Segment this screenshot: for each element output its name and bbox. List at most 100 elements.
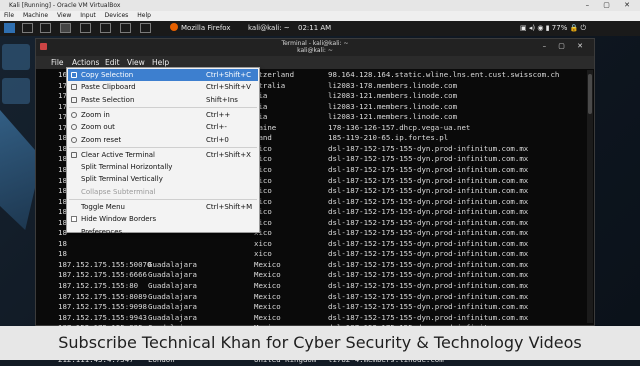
- battery-icon[interactable]: ▮: [546, 24, 550, 32]
- vbox-window-title: Kali [Running] - Oracle VM VirtualBox: [9, 2, 121, 9]
- terminal-cell-c4: dsl-187-152-175-155-dyn.prod-infinitum.c…: [328, 143, 529, 153]
- terminal-cell-c4: dsl-187-152-175-155-dyn.prod-infinitum.c…: [328, 302, 529, 312]
- taskbar-terminal-label[interactable]: kali@kali: ~: [248, 23, 290, 34]
- terminal-cell-c3: Mexico: [254, 312, 281, 322]
- terminal-cell-c4: li2083-121.members.linode.com: [328, 101, 458, 111]
- menu-item-label: Hide Window Borders: [81, 215, 157, 224]
- terminal-title-bar[interactable]: Terminal - kali@kali: ~ kali@kali: ~ – ▢…: [36, 39, 594, 56]
- network-icon[interactable]: ▣: [520, 24, 527, 32]
- vbox-menu-view[interactable]: View: [57, 12, 71, 19]
- terminal-window-subtitle: kali@kali: ~: [297, 47, 333, 54]
- terminal-cell-c4: dsl-187-152-175-155-dyn.prod-infinitum.c…: [328, 291, 529, 301]
- taskbar-firefox-label: Mozilla Firefox: [181, 24, 231, 32]
- terminal-cell-c4: dsl-187-152-175-155-dyn.prod-infinitum.c…: [328, 259, 529, 269]
- desktop-trash-icon[interactable]: [2, 44, 30, 70]
- menu-item-zoom-out[interactable]: Zoom out Ctrl+-: [68, 121, 258, 133]
- menu-item-paste-clipboard[interactable]: Paste Clipboard Ctrl+Shift+V: [68, 81, 258, 93]
- menu-item-copy-selection[interactable]: Copy Selection Ctrl+Shift+C: [68, 69, 258, 81]
- terminal-cell-c4: dsl-187-152-175-155-dyn.prod-infinitum.c…: [328, 207, 529, 217]
- menu-item-split-terminal-vertically[interactable]: Split Terminal Vertically: [68, 173, 258, 185]
- menu-item-preferences[interactable]: Preferences...: [68, 226, 258, 238]
- desktop-top-panel: Mozilla Firefox kali@kali: ~ 02:11 AM ▣ …: [0, 21, 640, 36]
- menu-item-zoom-in[interactable]: Zoom in Ctrl++: [68, 109, 258, 121]
- vbox-menu-help[interactable]: Help: [137, 12, 151, 19]
- firefox-icon: [170, 23, 178, 31]
- menu-item-shortcut: Ctrl+Shift+V: [206, 83, 251, 92]
- menu-item-label: Zoom out: [81, 123, 115, 132]
- vbox-menu-devices[interactable]: Devices: [105, 12, 129, 19]
- folder-launcher-icon[interactable]: [80, 23, 91, 33]
- menu-item-toggle-menu[interactable]: Toggle Menu Ctrl+Shift+M: [68, 201, 258, 213]
- menu-item-shortcut: Ctrl+Shift+X: [206, 150, 251, 159]
- menu-item-collapse-subterminal: Collapse Subterminal: [68, 186, 258, 198]
- menu-item-label: Zoom reset: [81, 135, 122, 144]
- terminal-cell-c2: Guadalajara: [148, 312, 197, 322]
- terminal-cell-c1: 187.152.175.155:9098: [58, 302, 147, 312]
- menu-item-shortcut: Ctrl++: [206, 110, 231, 119]
- menu-separator: [69, 199, 257, 200]
- terminal-cell-c2: Guadalajara: [148, 281, 197, 290]
- scrollbar-thumb[interactable]: [588, 74, 592, 114]
- menu-separator: [69, 146, 257, 148]
- volume-icon[interactable]: ◂): [529, 24, 535, 32]
- menu-item-zoom-reset[interactable]: Zoom reset Ctrl+0: [68, 134, 258, 146]
- terminal-cell-c3: xico: [254, 249, 272, 259]
- panel-clock[interactable]: 02:11 AM: [298, 23, 331, 34]
- terminal-cell-c2: Guadalajara: [148, 291, 197, 301]
- terminal-menu-file[interactable]: File: [51, 56, 64, 69]
- zoom-in-icon: [71, 111, 77, 118]
- vbox-menu-machine[interactable]: Machine: [23, 12, 48, 19]
- menu-item-label: Zoom in: [81, 110, 110, 119]
- terminal-cell-c1: 187.152.175.155:50070: [58, 259, 152, 269]
- terminal-cell-c4: 98.164.128.164.static.wline.lns.ent.cust…: [328, 70, 560, 79]
- terminal-cell-c4: dsl-187-152-175-155-dyn.prod-infinitum.c…: [328, 228, 529, 238]
- terminal-cell-c2: Guadalajara: [148, 259, 197, 269]
- terminal-launcher-icon[interactable]: [60, 23, 71, 33]
- kali-menu-icon[interactable]: [4, 23, 15, 33]
- notification-icon[interactable]: ◉: [537, 24, 543, 32]
- terminal-window-controls[interactable]: – ▢ ✕: [543, 42, 588, 50]
- workspace-2-icon[interactable]: [40, 23, 51, 33]
- terminal-cell-c3: Mexico: [254, 291, 281, 301]
- menu-item-paste-selection[interactable]: Paste Selection Shift+Ins: [68, 94, 258, 106]
- terminal-context-menu: Copy Selection Ctrl+Shift+C Paste Clipboar…: [66, 67, 260, 236]
- desktop-filesystem-icon[interactable]: [2, 78, 30, 104]
- settings-launcher-icon[interactable]: [140, 23, 151, 33]
- terminal-cell-c4: li2083-121.members.linode.com: [328, 91, 458, 101]
- menu-item-shortcut: Ctrl+0: [206, 135, 229, 144]
- paste-icon: [71, 96, 77, 103]
- terminal-cell-c4: dsl-187-152-175-155-dyn.prod-infinitum.c…: [328, 238, 529, 248]
- editor-launcher-icon[interactable]: [120, 23, 131, 33]
- terminal-cell-c2: Guadalajara: [148, 270, 197, 280]
- terminal-cell-c4: dsl-187-152-175-155-dyn.prod-infinitum.c…: [328, 217, 529, 227]
- terminal-cell-c4: li2083-121.members.linode.com: [328, 112, 458, 122]
- menu-item-clear-active-terminal[interactable]: Clear Active Terminal Ctrl+Shift+X: [68, 149, 258, 161]
- workspace-1-icon[interactable]: [22, 23, 33, 33]
- menu-item-label: Split Terminal Horizontally: [81, 163, 173, 172]
- browser-launcher-icon[interactable]: [100, 23, 111, 33]
- menu-item-label: Clear Active Terminal: [81, 150, 155, 159]
- menu-item-label: Preferences...: [81, 227, 129, 236]
- vbox-window-controls[interactable]: – ▢ ✕: [586, 0, 636, 11]
- lock-icon[interactable]: 🔒: [570, 24, 579, 32]
- menu-item-hide-window-borders[interactable]: Hide Window Borders: [68, 213, 258, 225]
- menu-item-label: Copy Selection: [81, 71, 134, 79]
- terminal-scrollbar[interactable]: [587, 70, 593, 323]
- vbox-menu-file[interactable]: File: [4, 12, 14, 19]
- terminal-cell-c4: 178-136-126-157.dhcp.vega-ua.net: [328, 122, 471, 132]
- menu-item-label: Paste Selection: [81, 95, 135, 104]
- terminal-cell-c4: dsl-187-152-175-155-dyn.prod-infinitum.c…: [328, 312, 529, 322]
- terminal-cell-c4: dsl-187-152-175-155-dyn.prod-infinitum.c…: [328, 281, 529, 290]
- terminal-cell-c1: 18: [58, 238, 67, 248]
- menu-item-split-terminal-horizontally[interactable]: Split Terminal Horizontally: [68, 161, 258, 173]
- taskbar-firefox[interactable]: Mozilla Firefox: [170, 23, 231, 34]
- menu-item-shortcut: Ctrl+Shift+C: [206, 71, 251, 79]
- power-icon[interactable]: ⏻: [581, 24, 587, 32]
- menu-item-label: Toggle Menu: [81, 203, 125, 211]
- terminal-cell-c4: dsl-187-152-175-155-dyn.prod-infinitum.c…: [328, 196, 529, 206]
- menu-item-shortcut: Ctrl+-: [206, 123, 227, 132]
- terminal-cell-c1: 187.152.175.155:8089: [58, 291, 147, 301]
- vbox-menu-input[interactable]: Input: [80, 12, 96, 19]
- clear-icon: [71, 151, 77, 158]
- terminal-cell-c4: dsl-187-152-175-155-dyn.prod-infinitum.c…: [328, 175, 529, 185]
